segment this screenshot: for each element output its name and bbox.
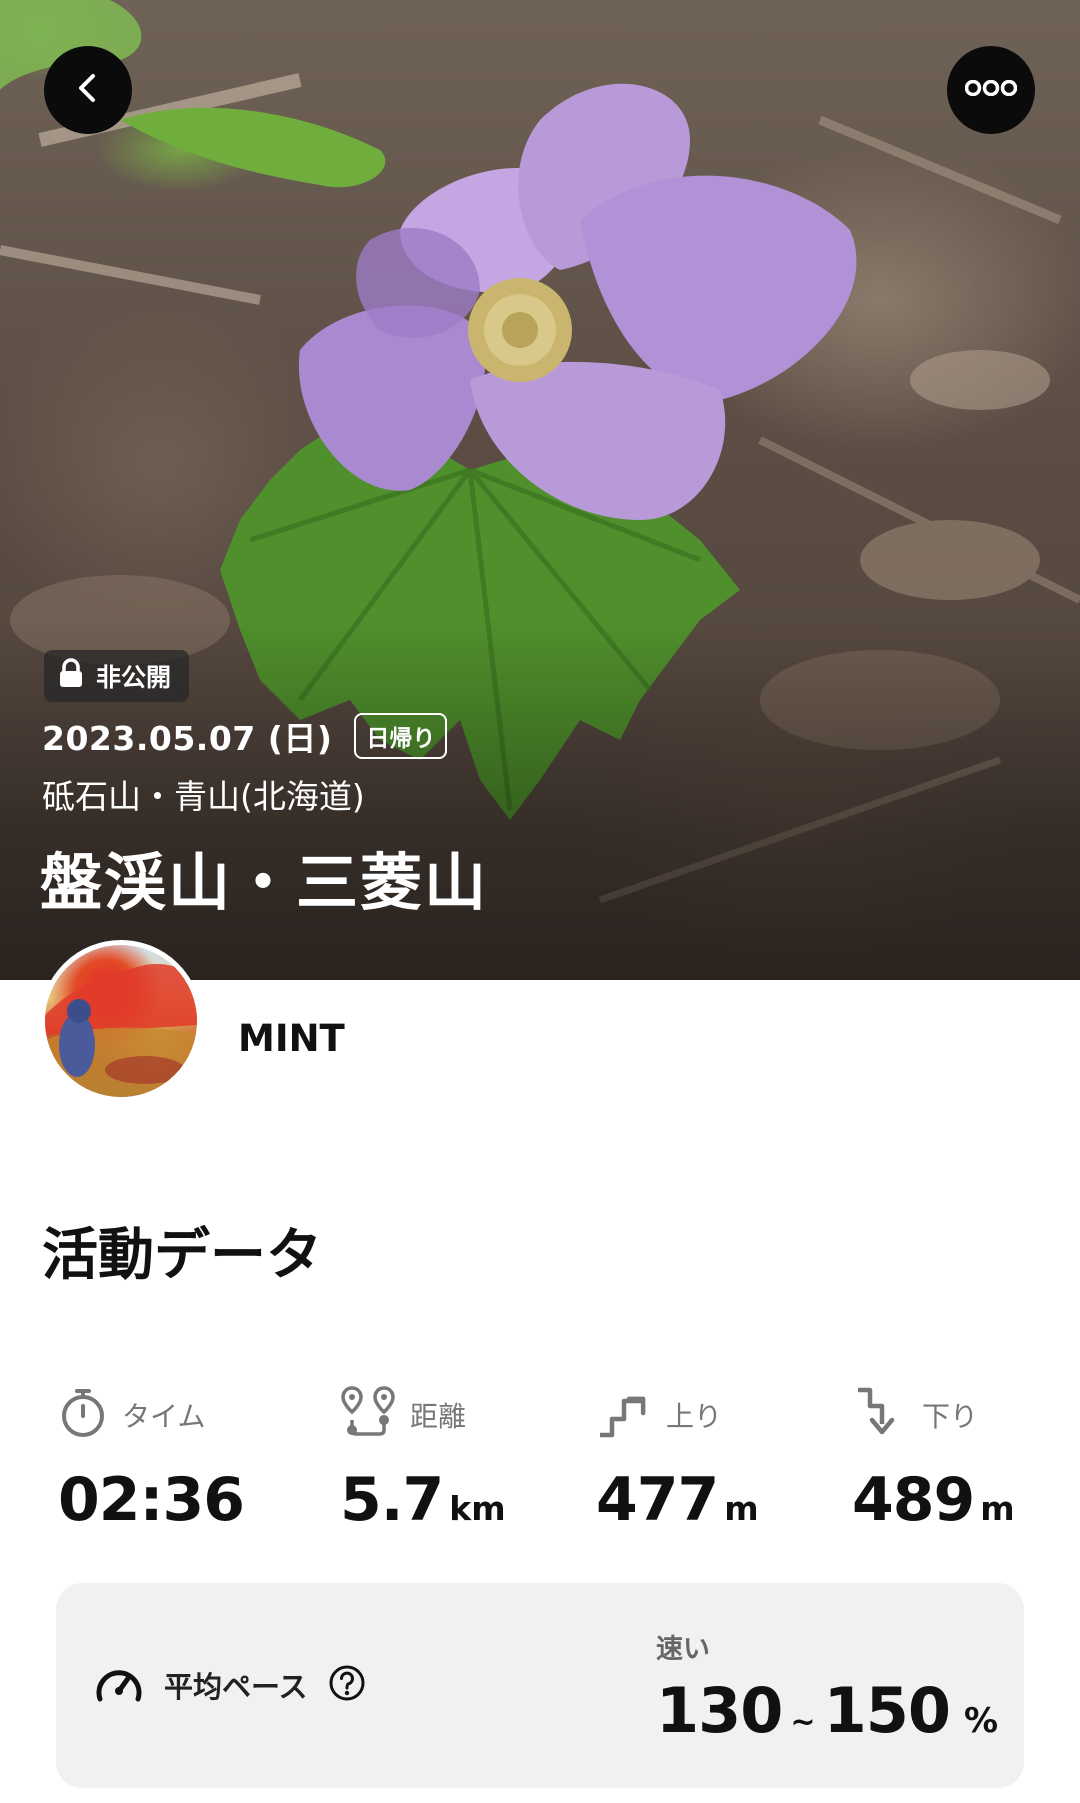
- speedometer-icon: [94, 1661, 144, 1709]
- stat-label: タイム: [122, 1400, 206, 1433]
- record-date: 2023.05.07 (日): [42, 719, 333, 758]
- pace-caption: 速い: [656, 1634, 710, 1665]
- trip-type-badge: 日帰り: [354, 713, 448, 759]
- chevron-left-icon: [70, 70, 106, 110]
- average-pace-card[interactable]: 平均ペース 速い 130 ~150%: [56, 1583, 1024, 1788]
- stopwatch-icon: [58, 1385, 108, 1446]
- stat-label: 上り: [666, 1400, 723, 1433]
- stat-value: 477: [596, 1465, 719, 1535]
- user-name[interactable]: MINT: [238, 1017, 345, 1060]
- avatar[interactable]: [40, 940, 202, 1102]
- stat-value: 5.7: [340, 1465, 444, 1535]
- stat-time: タイム 02:36: [58, 1385, 245, 1535]
- pace-separator: ~: [790, 1705, 816, 1740]
- hero-photo: 非公開 2023.05.07 (日) 日帰り 砥石山・青山(北海道) 盤渓山・三…: [0, 0, 1080, 980]
- pace-unit: %: [963, 1701, 999, 1741]
- ellipsis-icon: [964, 79, 1018, 100]
- stat-unit: m: [980, 1489, 1015, 1528]
- stat-unit: m: [724, 1489, 759, 1528]
- activity-stats: タイム 02:36 距離 5.7 km 上り 477 m 下り 489 m: [40, 1385, 1040, 1545]
- stat-descent: 下り 489 m: [852, 1385, 1015, 1535]
- stat-unit: km: [449, 1489, 506, 1528]
- pace-max: 150: [823, 1674, 951, 1747]
- record-title: 盤渓山・三菱山: [40, 846, 489, 919]
- area-name[interactable]: 砥石山・青山(北海道): [42, 770, 365, 818]
- stat-value: 489: [852, 1465, 975, 1535]
- ascent-arrow-icon: [596, 1385, 652, 1446]
- pace-min: 130: [656, 1674, 783, 1747]
- activity-section-title: 活動データ: [42, 1223, 322, 1288]
- more-options-button[interactable]: [947, 46, 1035, 134]
- stat-label: 距離: [410, 1400, 467, 1433]
- lock-icon: [58, 658, 84, 694]
- pace-label: 平均ペース: [164, 1670, 308, 1704]
- stat-value: 02:36: [58, 1465, 245, 1535]
- route-icon: [340, 1384, 396, 1447]
- stat-distance: 距離 5.7 km: [340, 1385, 506, 1535]
- back-button[interactable]: [44, 46, 132, 134]
- help-circle-icon[interactable]: [328, 1664, 366, 1706]
- privacy-badge: 非公開: [44, 650, 190, 702]
- date-row: 2023.05.07 (日) 日帰り: [42, 712, 448, 760]
- descent-arrow-icon: [852, 1384, 908, 1447]
- stat-ascent: 上り 477 m: [596, 1385, 759, 1535]
- stat-label: 下り: [922, 1400, 979, 1433]
- privacy-label: 非公開: [96, 663, 172, 692]
